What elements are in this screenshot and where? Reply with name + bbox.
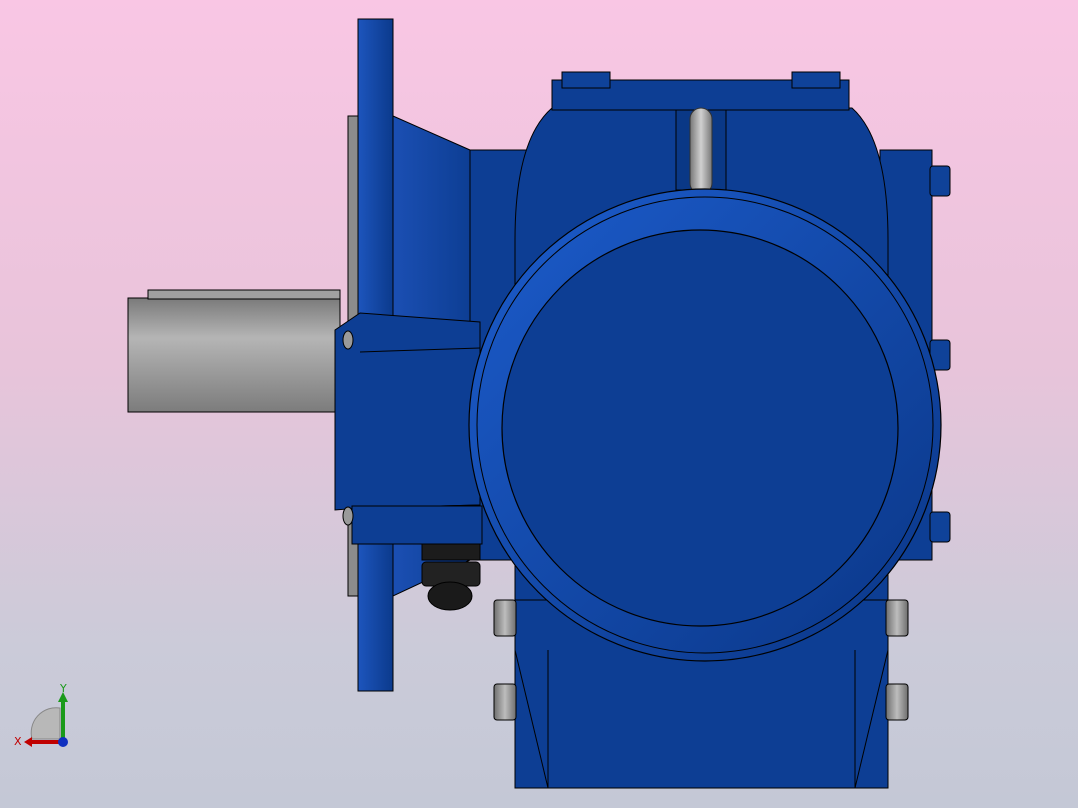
3d-viewport[interactable]: Y X: [0, 0, 1078, 808]
lifting-eye-bolt[interactable]: [675, 107, 727, 195]
x-axis-label: X: [14, 735, 22, 748]
top-bolt-left: [561, 71, 611, 89]
y-axis-label: Y: [59, 684, 67, 695]
cable-gland[interactable]: [421, 543, 481, 611]
input-shaft[interactable]: [127, 289, 341, 413]
shaft-key: [147, 289, 341, 300]
output-cover-face: [501, 229, 899, 627]
z-axis-dot: [58, 737, 68, 747]
gearbox-model[interactable]: [0, 0, 1078, 808]
top-bolt-right: [791, 71, 841, 89]
output-cover[interactable]: [468, 188, 942, 662]
input-bearing-housing: [334, 312, 481, 511]
coordinate-triad-icon: Y X: [14, 684, 68, 748]
